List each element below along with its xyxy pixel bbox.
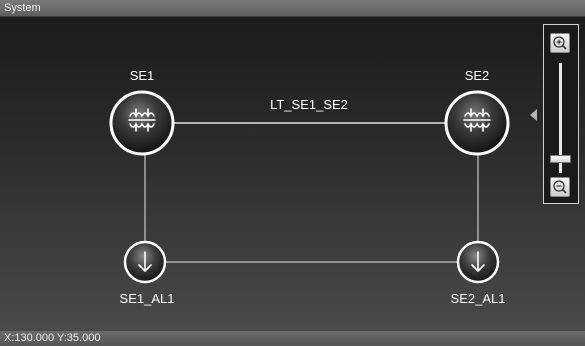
zoom-out-icon: [553, 180, 567, 194]
diagram-canvas[interactable]: LT_SE1_SE2 SE1 SE2 SE1_AL1 SE2_AL1: [0, 18, 585, 331]
status-bar: X:130.000 Y:35.000: [0, 331, 585, 346]
zoom-panel: [543, 24, 579, 204]
zoom-out-button[interactable]: [550, 177, 570, 197]
zoom-in-button[interactable]: [550, 33, 570, 53]
node-se2-al1[interactable]: [456, 240, 500, 284]
cursor-coordinates: X:130.000 Y:35.000: [4, 332, 101, 344]
network-diagram: LT_SE1_SE2 SE1 SE2 SE1_AL1 SE2_AL1: [109, 68, 510, 306]
node-label-se2-al1: SE2_AL1: [451, 291, 506, 306]
zoom-slider-thumb[interactable]: [550, 154, 571, 163]
system-window: System LT_SE1_SE2 SE1 SE2 SE1_AL1 SE2_AL…: [0, 0, 585, 346]
node-se1[interactable]: [109, 90, 175, 156]
window-title: System: [0, 0, 585, 17]
node-label-se1: SE1: [130, 68, 155, 83]
node-se2[interactable]: [444, 90, 510, 156]
zoom-in-icon: [553, 36, 567, 50]
collapse-arrow-icon[interactable]: [530, 109, 537, 121]
node-label-se1-al1: SE1_AL1: [120, 291, 175, 306]
node-se1-al1[interactable]: [123, 240, 167, 284]
node-label-se2: SE2: [465, 68, 490, 83]
link-label-lt-se1-se2: LT_SE1_SE2: [270, 97, 348, 112]
